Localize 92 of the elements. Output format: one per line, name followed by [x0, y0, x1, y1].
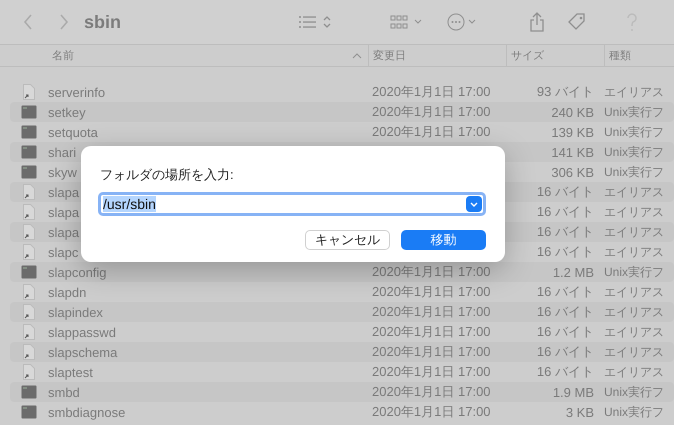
file-kind: エイリアス [604, 204, 664, 220]
file-size: 16 バイト [536, 183, 595, 201]
column-header[interactable]: 種類 [604, 45, 674, 66]
modified-date: 2020年1月1日 17:00 [372, 283, 491, 301]
file-kind: エイリアス [604, 344, 664, 360]
modified-date: 2020年1月1日 17:00 [372, 303, 491, 321]
terminal-icon [21, 165, 37, 179]
column-header[interactable]: サイズ [506, 45, 604, 66]
dialog-prompt: フォルダの場所を入力: [100, 166, 235, 184]
file-kind: エイリアス [604, 284, 664, 300]
file-size: 16 バイト [536, 363, 595, 381]
file-name: serverinfo [48, 84, 106, 100]
file-kind: エイリアス [604, 84, 664, 100]
alias-file-icon [23, 324, 35, 340]
alias-file-icon [23, 284, 35, 300]
file-kind: エイリアス [604, 324, 664, 340]
file-size: 16 バイト [536, 343, 595, 361]
file-size: 141 KB [550, 144, 595, 160]
file-kind: エイリアス [604, 224, 664, 240]
column-header[interactable]: 名前 [48, 45, 368, 66]
file-kind: Unix実行フ [604, 104, 664, 120]
file-name: slapc [48, 244, 78, 260]
sort-chevron-icon [352, 52, 362, 58]
file-kind: エイリアス [604, 304, 664, 320]
file-name: shari [48, 144, 76, 160]
modified-date: 2020年1月1日 17:00 [372, 323, 491, 341]
file-kind: Unix実行フ [604, 404, 664, 420]
file-size: 16 バイト [536, 243, 595, 261]
terminal-icon [21, 385, 37, 399]
file-size: 16 バイト [536, 303, 595, 321]
terminal-icon [21, 145, 37, 159]
file-kind: エイリアス [604, 184, 664, 200]
file-name: smbdiagnose [48, 404, 126, 420]
window-title: sbin [84, 12, 122, 32]
file-size: 16 バイト [536, 283, 595, 301]
modified-date: 2020年1月1日 17:00 [372, 103, 491, 121]
modified-date: 2020年1月1日 17:00 [372, 123, 491, 141]
tag-icon[interactable] [567, 12, 587, 32]
modified-date: 2020年1月1日 17:00 [372, 403, 491, 421]
modified-date: 2020年1月1日 17:00 [372, 363, 491, 381]
alias-file-icon [23, 244, 35, 260]
file-kind: Unix実行フ [604, 384, 664, 400]
file-size: 16 バイト [536, 203, 595, 221]
modified-date: 2020年1月1日 17:00 [372, 383, 491, 401]
file-kind: Unix実行フ [604, 164, 664, 180]
alias-file-icon [23, 84, 35, 100]
terminal-icon [21, 265, 37, 279]
file-kind: エイリアス [604, 244, 664, 260]
file-name: slapdn [48, 284, 86, 300]
modified-date: 2020年1月1日 17:00 [372, 83, 491, 101]
share-icon[interactable] [529, 12, 545, 32]
file-name: smbd [48, 384, 80, 400]
file-name: slaptest [48, 364, 93, 380]
alias-file-icon [23, 364, 35, 380]
file-kind: Unix実行フ [604, 264, 664, 280]
folder-path-field[interactable]: /usr/sbin [98, 192, 486, 216]
file-name: setkey [48, 104, 86, 120]
file-size: 1.2 MB [552, 264, 595, 280]
file-name: slapa [48, 184, 80, 200]
dropdown-button[interactable] [466, 196, 482, 212]
terminal-icon [21, 125, 37, 139]
file-name: slapconfig [48, 264, 107, 280]
forward-icon[interactable] [58, 14, 70, 30]
file-size: 1.9 MB [552, 384, 595, 400]
file-name: slapschema [48, 344, 118, 360]
file-kind: Unix実行フ [604, 144, 664, 160]
terminal-icon [21, 405, 37, 419]
file-size: 16 バイト [536, 223, 595, 241]
modified-date: 2020年1月1日 17:00 [372, 263, 491, 281]
file-size: 3 KB [564, 404, 595, 420]
file-kind: エイリアス [604, 364, 664, 380]
file-size: 240 KB [550, 104, 595, 120]
column-header[interactable]: 変更日 [368, 45, 506, 66]
back-icon[interactable] [22, 14, 34, 30]
file-name: slapa [48, 204, 80, 220]
file-name: slappasswd [48, 324, 116, 340]
alias-file-icon [23, 204, 35, 220]
confirm-button[interactable]: 移動 [401, 230, 486, 250]
file-name: setquota [48, 124, 98, 140]
file-name: slapa [48, 224, 80, 240]
list-view-icon[interactable] [298, 14, 332, 30]
terminal-icon [21, 105, 37, 119]
file-size: 139 KB [550, 124, 595, 140]
modified-date: 2020年1月1日 17:00 [372, 343, 491, 361]
file-size: 16 バイト [536, 323, 595, 341]
file-name: skyw [48, 164, 77, 180]
file-name: slapindex [48, 304, 103, 320]
cancel-button[interactable]: キャンセル [305, 230, 390, 250]
chevron-down-icon [470, 202, 478, 206]
file-size: 93 バイト [536, 83, 595, 101]
file-kind: Unix実行フ [604, 124, 664, 140]
file-size: 306 KB [550, 164, 595, 180]
